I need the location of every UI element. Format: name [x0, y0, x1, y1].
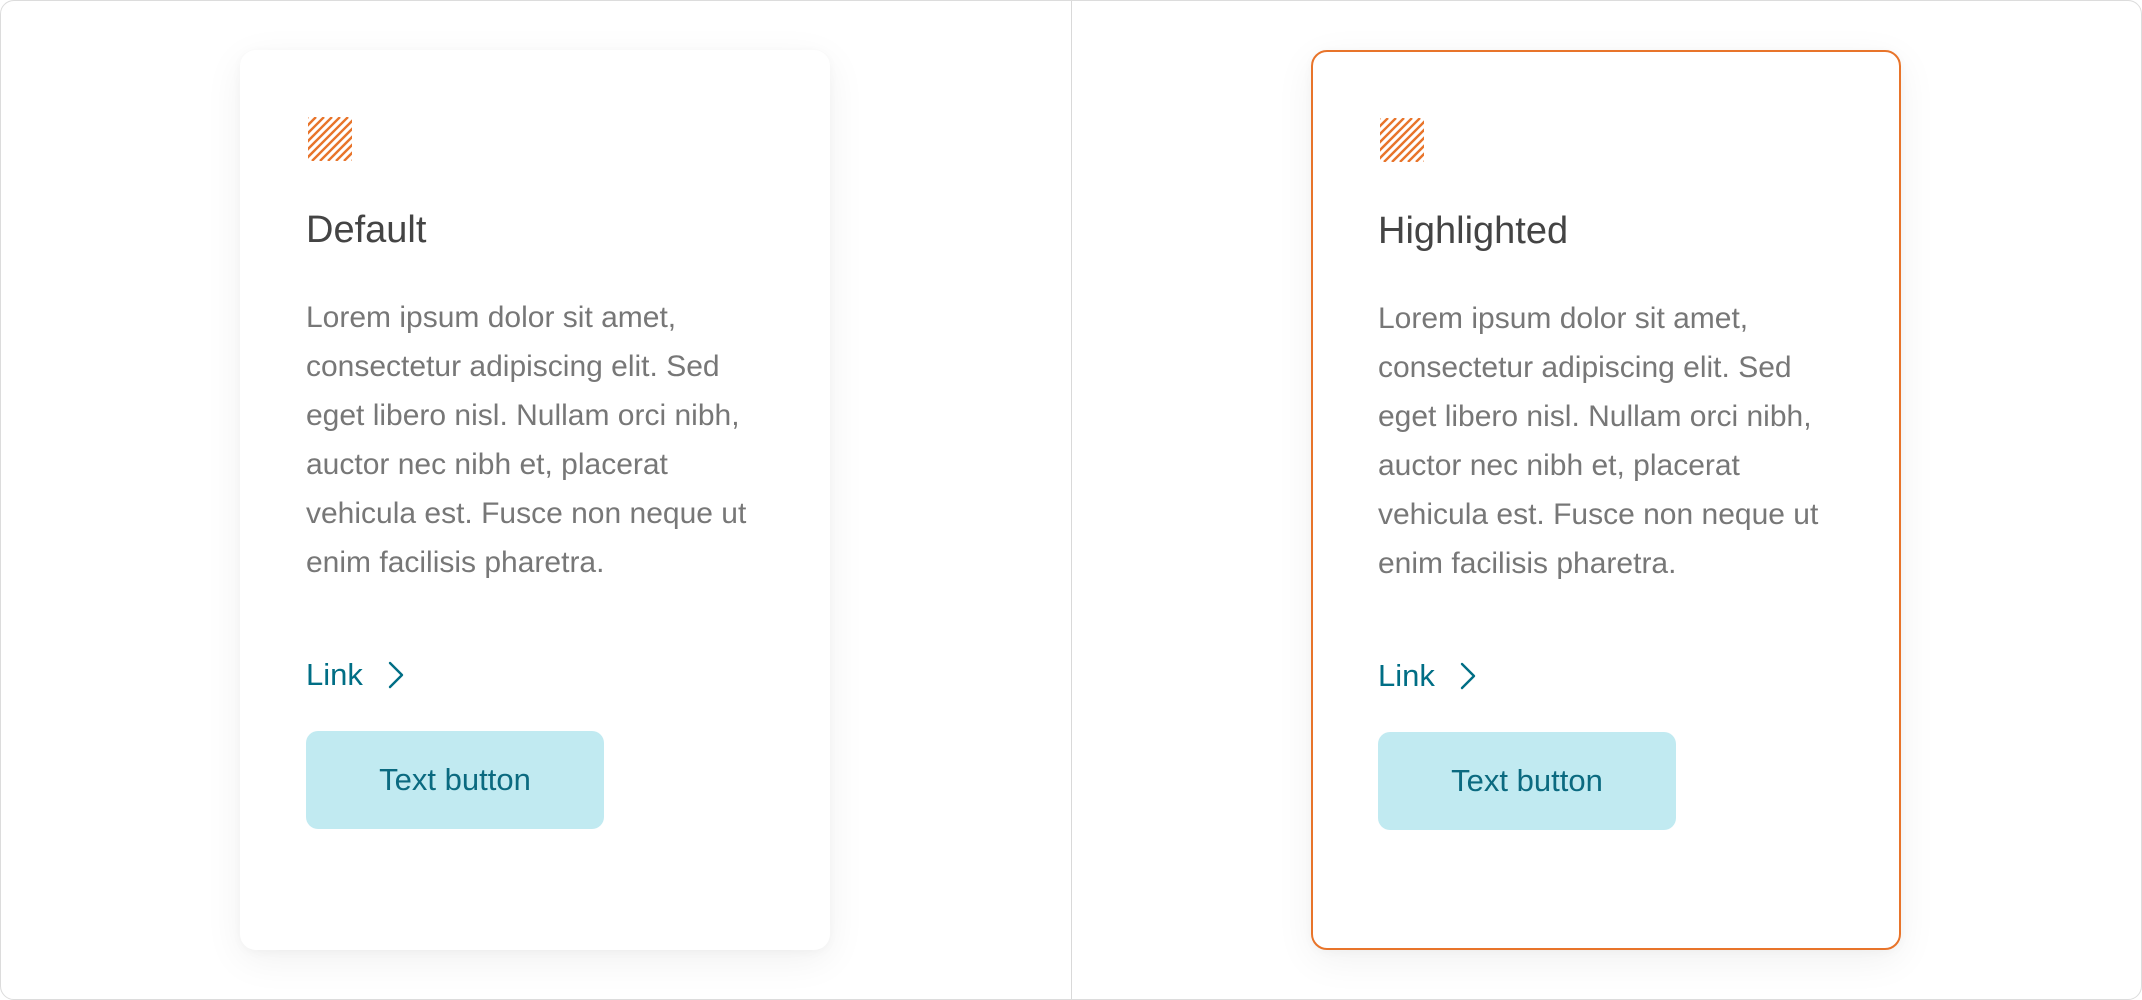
- card-highlighted: Highlighted Lorem ipsum dolor sit amet, …: [1311, 50, 1901, 950]
- divider: [1071, 1, 1072, 999]
- hatched-square-icon: [1380, 118, 1424, 162]
- card-link-label: Link: [306, 657, 363, 692]
- card-link[interactable]: Link: [306, 655, 407, 695]
- card-link-label: Link: [1378, 658, 1435, 693]
- card-title: Highlighted: [1378, 210, 1569, 252]
- chevron-right-icon: [1460, 662, 1476, 690]
- card-body-text: Lorem ipsum dolor sit amet, consectetur …: [1378, 302, 1819, 580]
- card-link[interactable]: Link: [1378, 656, 1479, 696]
- card-default: Default Lorem ipsum dolor sit amet, cons…: [240, 50, 830, 950]
- card-body-text: Lorem ipsum dolor sit amet, consectetur …: [306, 301, 747, 579]
- card-variants-canvas: Default Lorem ipsum dolor sit amet, cons…: [0, 0, 2142, 1000]
- text-button[interactable]: Text button: [306, 731, 604, 829]
- text-button[interactable]: Text button: [1378, 732, 1676, 830]
- hatched-square-icon: [308, 117, 352, 161]
- chevron-right-icon: [388, 661, 404, 689]
- card-title: Default: [306, 209, 427, 251]
